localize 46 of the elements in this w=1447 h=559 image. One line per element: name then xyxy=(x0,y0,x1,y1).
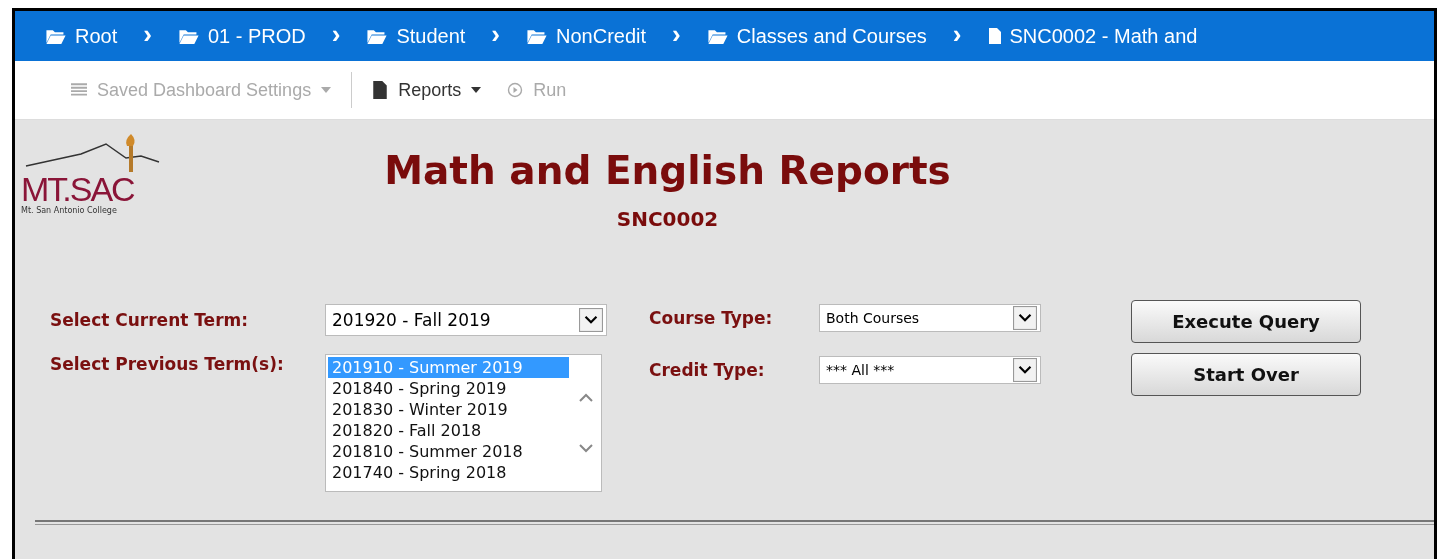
dropdown-icon xyxy=(579,308,603,332)
field-label: Credit Type: xyxy=(649,360,766,380)
course-type-dropdown[interactable]: Both Courses xyxy=(819,304,1041,332)
action-button[interactable]: Start Over xyxy=(1131,353,1361,396)
term-dropdown[interactable]: 201920 - Fall 2019 xyxy=(325,304,607,336)
field-label: Select Previous Term(s): xyxy=(50,354,285,374)
breadcrumb-link[interactable]: NonCredit xyxy=(526,24,647,48)
credit-type-dropdown[interactable]: *** All *** xyxy=(819,356,1041,384)
folder-icon xyxy=(526,27,549,45)
list-option[interactable]: 201840 - Spring 2019 xyxy=(328,378,569,399)
chevron-icon: › xyxy=(952,21,962,47)
report-title: Math and English Reports xyxy=(384,148,951,193)
list-option[interactable]: 201830 - Winter 2019 xyxy=(328,399,569,420)
document-icon xyxy=(372,81,389,99)
caret-icon xyxy=(321,87,332,93)
scroll-up-icon[interactable] xyxy=(578,393,594,403)
chevron-icon: › xyxy=(331,21,341,47)
list-option[interactable]: 201810 - Summer 2018 xyxy=(328,441,569,462)
folder-icon xyxy=(177,27,200,45)
breadcrumb-link[interactable]: SNC0002 - Math and xyxy=(987,24,1198,48)
folder-icon xyxy=(45,27,67,45)
breadcrumb-link[interactable]: Classes and Courses xyxy=(706,24,927,48)
caret-icon xyxy=(471,87,482,93)
term-listbox[interactable]: 201910 - Summer 2019 201840 - Spring 2019 201830 - Winter 2019 201820 - Fall 2018 201810 - Summer 2018 201740 - Spring 2018 xyxy=(325,354,602,492)
chevron-icon: › xyxy=(672,21,681,47)
field-label: Select Current Term: xyxy=(50,310,250,330)
logo-subtitle: Mt. San Antonio College xyxy=(21,206,118,215)
folder-icon xyxy=(366,27,389,45)
breadcrumb-link[interactable]: 01 - PROD xyxy=(177,24,306,48)
breadcrumb-link[interactable]: Student xyxy=(366,24,466,48)
chevron-icon: › xyxy=(143,21,152,47)
folder-icon xyxy=(706,27,729,45)
play-icon xyxy=(507,81,524,99)
logo-text: MT.SAC xyxy=(21,172,135,206)
breadcrumb-link[interactable]: Root xyxy=(45,24,118,48)
dropdown-icon xyxy=(1013,358,1037,382)
toolbar-button[interactable]: Reports xyxy=(366,75,488,105)
report-code: SNC0002 xyxy=(616,207,719,231)
dropdown-icon xyxy=(1013,306,1037,330)
list-option[interactable]: 201740 - Spring 2018 xyxy=(328,462,569,483)
chevron-icon: › xyxy=(491,21,501,47)
document-icon xyxy=(987,27,1002,45)
scroll-down-icon[interactable] xyxy=(578,443,594,453)
field-label: Course Type: xyxy=(649,308,774,328)
list-option[interactable]: 201820 - Fall 2018 xyxy=(328,420,569,441)
action-button[interactable]: Execute Query xyxy=(1131,300,1361,343)
